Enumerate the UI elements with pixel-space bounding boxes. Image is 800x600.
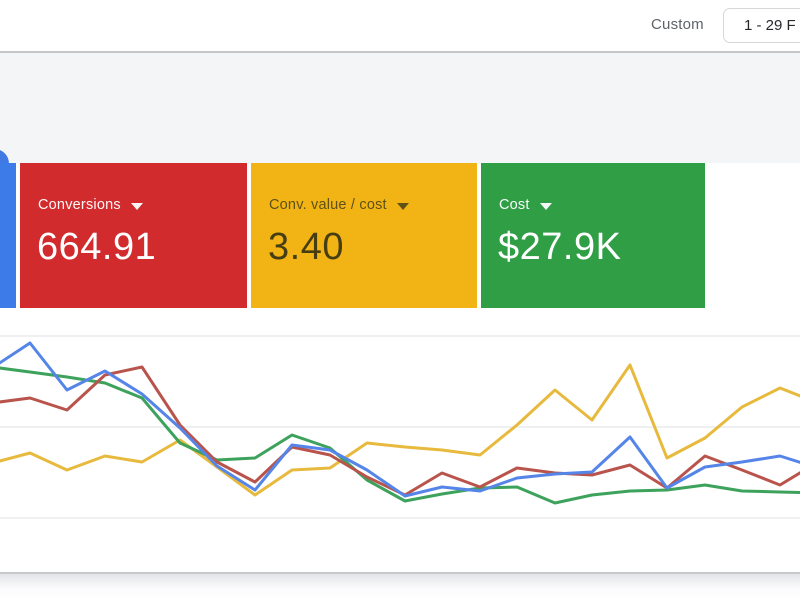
dropdown-arrow-icon[interactable]: [397, 203, 409, 210]
scorecard-metric-selector[interactable]: Cost: [499, 197, 552, 213]
scorecard-label: Cost: [499, 197, 530, 213]
scorecard-value: 664.91: [37, 225, 156, 269]
scorecard-metric-selector[interactable]: Conversions: [38, 197, 143, 213]
date-range-selector-button[interactable]: 1 - 29 F: [723, 8, 800, 43]
performance-chart: [0, 312, 800, 572]
scorecard-blue-cutoff[interactable]: [0, 163, 16, 308]
dropdown-arrow-icon[interactable]: [131, 203, 143, 210]
topbar: Custom 1 - 29 F: [0, 0, 800, 51]
series-line-green: [0, 367, 800, 503]
scorecard-cost[interactable]: Cost $27.9K: [481, 163, 705, 308]
series-line-blue: [0, 343, 800, 496]
scorecard-conversions[interactable]: Conversions 664.91: [20, 163, 247, 308]
series-line-red: [0, 367, 800, 495]
scorecard-metric-selector[interactable]: Conv. value / cost: [269, 197, 409, 213]
scorecard-label: Conv. value / cost: [269, 197, 387, 213]
ads-overview-screen: Custom 1 - 29 F Conversions 664.91 Conv.…: [0, 0, 800, 600]
date-range-value: 1 - 29 F: [724, 9, 800, 34]
scorecard-label: Conversions: [38, 197, 121, 213]
panel-bottom-shadow: [0, 574, 800, 600]
dropdown-arrow-icon[interactable]: [540, 203, 552, 210]
date-range-custom-label[interactable]: Custom: [651, 16, 704, 33]
scorecard-value: 3.40: [268, 225, 344, 269]
scorecard-value: $27.9K: [498, 225, 621, 269]
scorecard-conv-value-cost[interactable]: Conv. value / cost 3.40: [251, 163, 477, 308]
subheader-band: [0, 53, 800, 163]
